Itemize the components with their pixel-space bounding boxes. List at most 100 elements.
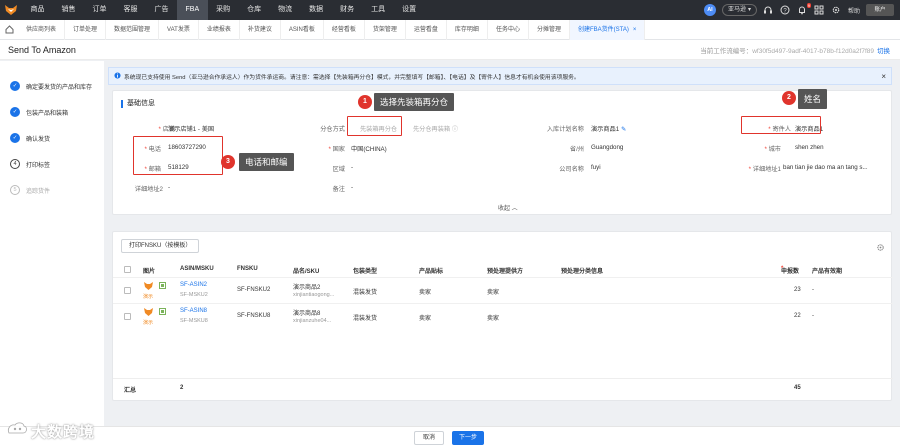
nav-item-ads[interactable]: 广告 (146, 0, 177, 20)
switch-workflow-link[interactable]: 切换 (877, 48, 890, 55)
tab-shelf-management[interactable]: 货架管理 (365, 19, 406, 40)
quantity-value[interactable]: 23 (794, 287, 801, 293)
product-sku: xinjiantiaogong... (293, 292, 335, 298)
country-label: * 国家 (328, 146, 345, 153)
collapse-toggle[interactable]: 收起 ︿ (498, 203, 518, 212)
fnsku-text: SF-FNSKU2 (237, 287, 271, 293)
barcode-icon[interactable] (159, 308, 166, 317)
tab-strip: 供应商列表 订单处理 数据范围管理 VAT发票 业绩报表 补货建议 ASIN看板… (0, 19, 900, 40)
basic-info-title: 基础信息 (121, 100, 155, 108)
bell-icon[interactable]: 9 (797, 2, 811, 16)
nav-item-settings[interactable]: 设置 (394, 0, 425, 20)
annotation-box-mode (347, 116, 402, 136)
expiry-value: - (812, 313, 814, 319)
tab-create-fba-shipment-label: 创建FBA货件(STA) (577, 26, 629, 33)
grid-icon[interactable] (814, 5, 825, 16)
tab-inventory-detail[interactable]: 库存明细 (447, 19, 488, 40)
nav-item-service[interactable]: 客服 (115, 0, 146, 20)
step-label: 包装产品和装箱 (26, 110, 69, 117)
print-fnsku-button[interactable]: 打印FNSKU（按模板） (121, 239, 200, 253)
step-confirm-shipment[interactable]: ✓ 确认发货 (0, 125, 104, 151)
cancel-button[interactable]: 取消 (414, 431, 444, 445)
plan-name-value[interactable]: 演示商品1 ✎ (591, 124, 626, 133)
question-icon[interactable]: ? (780, 5, 791, 16)
nav-item-finance[interactable]: 财务 (332, 0, 363, 20)
tab-vat-invoice[interactable]: VAT发票 (159, 19, 199, 40)
step-track-shipment[interactable]: 5 追踪货件 (0, 177, 104, 203)
nav-item-data[interactable]: 数据 (301, 0, 332, 20)
edit-icon: ✎ (620, 126, 627, 133)
ai-assistant-button[interactable]: AI (703, 4, 716, 16)
step-number-icon: 4 (10, 159, 20, 169)
barcode-icon[interactable] (159, 282, 166, 291)
asin-link[interactable]: SF-ASIN8 (180, 308, 207, 314)
help-circle-icon: ⓘ (451, 126, 459, 133)
country-value[interactable]: 中国(CHINA) (351, 144, 387, 153)
quantity-value[interactable]: 22 (794, 313, 801, 319)
nav-item-tools[interactable]: 工具 (363, 0, 394, 20)
col-expiry: 产品有效期 (812, 269, 843, 275)
watermark-text: 大数跨境 (31, 424, 96, 441)
tab-allocation[interactable]: 分摊管理 (529, 19, 570, 40)
notice-text: 系统现已支持使用 Send（亚马逊合作承运人）作为货件承运商。请注意：需选择【先… (124, 74, 580, 81)
table-header: 图片 ASIN/MSKU FNSKU 品名/SKU 包装类型 产品贴标 预处理提… (113, 264, 893, 277)
tab-order-processing[interactable]: 订单处理 (65, 19, 107, 40)
help-link[interactable]: 帮助 (848, 6, 860, 15)
account-menu[interactable]: 账户 (866, 4, 894, 16)
nav-item-warehouse[interactable]: 仓库 (239, 0, 270, 20)
tab-supplier-list[interactable]: 供应商列表 (18, 19, 66, 40)
nav-item-sales[interactable]: 销售 (53, 0, 84, 20)
nav-item-orders[interactable]: 订单 (84, 0, 115, 20)
tab-performance-report[interactable]: 业绩报表 (199, 19, 240, 40)
remark-value[interactable]: - (351, 184, 353, 191)
store-switcher[interactable]: 亚马逊 ▾ (721, 4, 757, 16)
table-settings-icon[interactable] (876, 239, 885, 257)
mode-option-split-first[interactable]: 先分仓再装箱 ⓘ (413, 124, 458, 133)
headset-icon[interactable] (763, 5, 774, 16)
nav-item-purchase[interactable]: 采购 (208, 0, 239, 20)
watermark: 大数跨境 (6, 421, 95, 442)
address2-value[interactable]: - (168, 184, 170, 191)
step-pack-products[interactable]: ✓ 包装产品和装箱 (0, 99, 104, 125)
pack-type: 混装发货 (353, 316, 378, 322)
tab-ops-board[interactable]: 运营看盘 (406, 19, 447, 40)
province-label: 省/州 (569, 146, 584, 153)
tab-task-center[interactable]: 任务中心 (488, 19, 529, 40)
province-value[interactable]: Guangdong (591, 144, 623, 151)
home-icon[interactable] (0, 25, 18, 34)
step-select-products[interactable]: ✓ 确定要发货的产品和库存 (0, 73, 104, 99)
expiry-value: - (812, 287, 814, 293)
settings-icon[interactable] (831, 5, 842, 16)
tab-replenishment[interactable]: 补货建议 (240, 19, 281, 40)
nav-item-fba[interactable]: FBA (177, 0, 208, 20)
workflow-id: wf30f5d497-9adf-4017-b78b-f12d0a2f7f89 (752, 47, 874, 55)
summary-label: 汇总 (124, 388, 137, 394)
bottom-action-bar: 取消 下一步 (0, 426, 900, 448)
next-button[interactable]: 下一步 (452, 431, 484, 445)
asin-link[interactable]: SF-ASIN2 (180, 282, 207, 288)
step-label: 打印标签 (26, 162, 51, 169)
app-logo-icon[interactable] (0, 0, 22, 20)
workflow-info: 当前工作流编号：wf30f5d497-9adf-4017-b78b-f12d0a… (700, 45, 890, 55)
tab-business-board[interactable]: 经营看板 (324, 19, 365, 40)
step-print-labels[interactable]: 4 打印标签 (0, 151, 104, 177)
district-value[interactable]: - (351, 164, 353, 171)
step-number-icon: 5 (10, 185, 20, 195)
city-value[interactable]: shen zhen (795, 144, 824, 151)
product-name: 演示商品2 (293, 285, 321, 291)
page-header: Send To Amazon 当前工作流编号：wf30f5d497-9adf-4… (0, 40, 900, 60)
address1-value[interactable]: ban tian jie dao ma an tang s... (783, 164, 868, 171)
tab-asin-board[interactable]: ASIN看板 (281, 19, 324, 40)
step-label: 确定要发货的产品和库存 (26, 84, 93, 91)
remark-label: 备注 (332, 186, 345, 193)
tab-create-fba-shipment[interactable]: 创建FBA货件(STA) × (569, 19, 646, 40)
tab-data-range[interactable]: 数据范围管理 (106, 19, 160, 40)
close-icon[interactable]: × (633, 27, 637, 33)
close-notice-icon[interactable]: × (881, 72, 886, 81)
nav-item-products[interactable]: 商品 (22, 0, 53, 20)
nav-right-tools: AI 亚马逊 ▾ ? 9 帮助 账户 (703, 0, 900, 20)
address2-label: 详细地址2 (134, 186, 163, 193)
table-row: 演示 SF-ASIN8 SF-MSKU8 SF-FNSKU8 演示商品8 xin… (113, 303, 893, 327)
nav-item-logistics[interactable]: 物流 (270, 0, 301, 20)
company-value[interactable]: fuyi (591, 164, 601, 171)
